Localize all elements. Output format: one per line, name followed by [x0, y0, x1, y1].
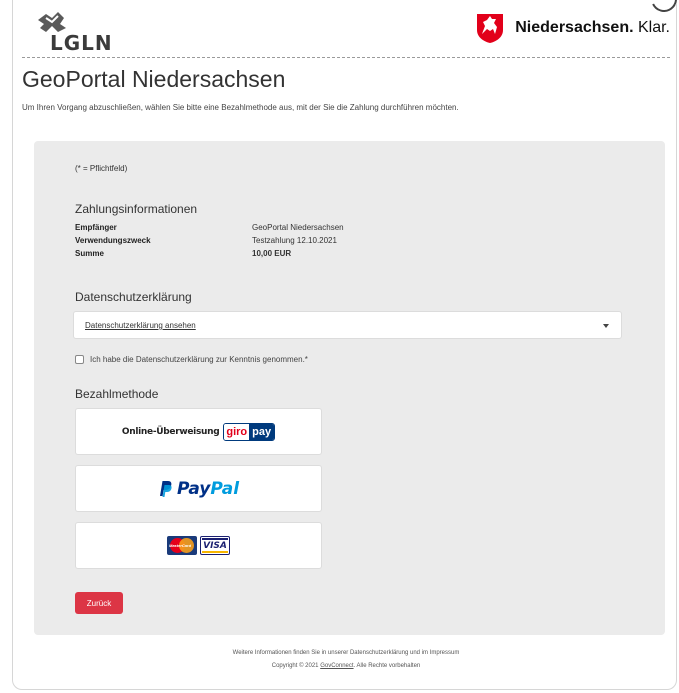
- payment-info-value: GeoPortal Niedersachsen: [252, 223, 344, 232]
- payment-form-panel: (* = Pflichtfeld) Zahlungsinformationen …: [34, 141, 665, 635]
- privacy-consent-checkbox[interactable]: [75, 355, 84, 364]
- page-title: GeoPortal Niedersachsen: [22, 66, 286, 92]
- payment-info-row: Verwendungszweck Testzahlung 12.10.2021: [75, 234, 344, 247]
- visa-icon: VISA: [200, 536, 230, 555]
- privacy-consent-label[interactable]: Ich habe die Datenschutzerklärung zur Ke…: [90, 355, 308, 364]
- giropay-button[interactable]: Online-Überweisung giro pay: [75, 408, 322, 455]
- niedersachsen-logo-text: Niedersachsen. Klar.: [515, 19, 670, 36]
- niedersachsen-logo[interactable]: Niedersachsen. Klar.: [475, 12, 670, 44]
- payment-info-value: 10,00 EUR: [252, 249, 292, 258]
- govconnect-link[interactable]: GovConnect: [320, 663, 353, 669]
- chevron-down-icon: [603, 324, 609, 328]
- paypal-button[interactable]: PayPal: [75, 465, 322, 512]
- giropay-label: Online-Überweisung: [121, 426, 220, 437]
- payment-info-label: Verwendungszweck: [75, 236, 151, 245]
- payment-info-list: Empfänger GeoPortal Niedersachsen Verwen…: [75, 221, 344, 260]
- giropay-logo: Online-Überweisung giro pay: [121, 422, 276, 441]
- credit-card-logos: MasterCard VISA: [167, 536, 230, 555]
- privacy-heading: Datenschutzerklärung: [75, 290, 192, 304]
- giropay-badge: giro pay: [223, 422, 276, 441]
- paypal-wordmark: PayPal: [176, 478, 240, 499]
- paypal-logo: PayPal: [158, 479, 239, 499]
- privacy-policy-select[interactable]: Datenschutzerklärung ansehen: [73, 311, 622, 339]
- back-button[interactable]: Zurück: [75, 592, 123, 614]
- page-header: LGLN Niedersachsen. Klar.: [22, 8, 670, 56]
- payment-info-value: Testzahlung 12.10.2021: [252, 236, 337, 245]
- payment-info-heading: Zahlungsinformationen: [75, 202, 198, 216]
- horse-crest-icon: [477, 14, 504, 43]
- credit-card-button[interactable]: MasterCard VISA: [75, 522, 322, 569]
- required-field-note: (* = Pflichtfeld): [75, 164, 128, 173]
- payment-method-heading: Bezahlmethode: [75, 387, 159, 401]
- giropay-badge-pay: pay: [249, 423, 275, 440]
- giropay-badge-giro: giro: [224, 423, 250, 440]
- payment-info-row: Empfänger GeoPortal Niedersachsen: [75, 221, 344, 234]
- mastercard-icon: MasterCard: [167, 536, 197, 555]
- payment-info-label: Empfänger: [75, 223, 117, 232]
- privacy-consent-row: Ich habe die Datenschutzerklärung zur Ke…: [75, 355, 308, 364]
- payment-info-row: Summe 10,00 EUR: [75, 247, 344, 260]
- footer-copyright: Copyright © 2021 GovConnect. Alle Rechte…: [271, 663, 421, 669]
- payment-info-label: Summe: [75, 249, 104, 258]
- footer-info-text: Weitere Informationen finden Sie in unse…: [232, 650, 460, 656]
- intro-text: Um Ihren Vorgang abzuschließen, wählen S…: [22, 103, 459, 112]
- header-divider: [22, 57, 670, 58]
- privacy-policy-link[interactable]: Datenschutzerklärung ansehen: [85, 321, 196, 330]
- lgln-logo-text: LGLN: [50, 31, 113, 55]
- paypal-icon: [159, 481, 172, 497]
